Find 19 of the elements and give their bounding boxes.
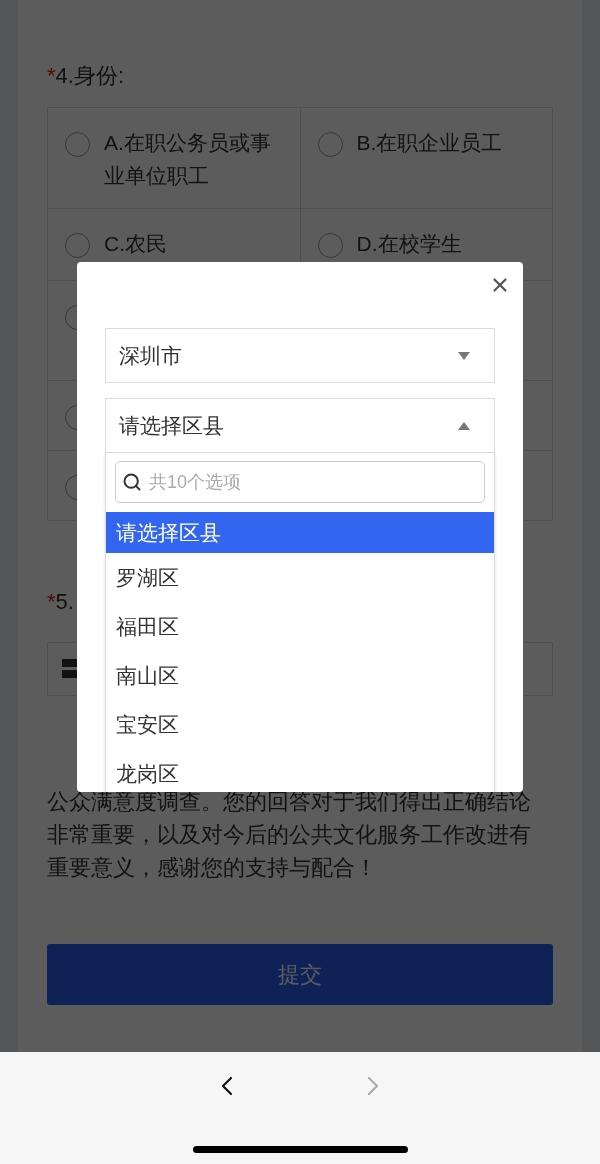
- dropdown-option[interactable]: 罗湖区: [106, 553, 494, 602]
- option-label: C.农民: [104, 231, 167, 257]
- question-title: 4.身份:: [55, 61, 125, 90]
- dropdown-select[interactable]: 请选择区县: [105, 398, 495, 453]
- caret-down-icon: [458, 351, 470, 360]
- caret-up-icon: [458, 421, 470, 430]
- dropdown-select[interactable]: 深圳市: [105, 328, 495, 383]
- option-label: D.在校学生: [356, 231, 462, 257]
- option-label: A.在职公务员或事业单位职工: [104, 130, 272, 189]
- dropdown-option[interactable]: 请选择区县: [106, 512, 494, 553]
- required-mark: *: [47, 587, 56, 616]
- dropdown-option[interactable]: 宝安区: [106, 700, 494, 749]
- question-title: 5.: [55, 587, 74, 616]
- dropdown-option[interactable]: 福田区: [106, 602, 494, 651]
- required-mark: *: [47, 61, 56, 90]
- search-icon: [122, 472, 142, 492]
- dropdown-option[interactable]: 南山区: [106, 651, 494, 700]
- option-label: B.在职企业员工: [356, 130, 503, 156]
- search-field[interactable]: 共10个选项: [115, 461, 485, 503]
